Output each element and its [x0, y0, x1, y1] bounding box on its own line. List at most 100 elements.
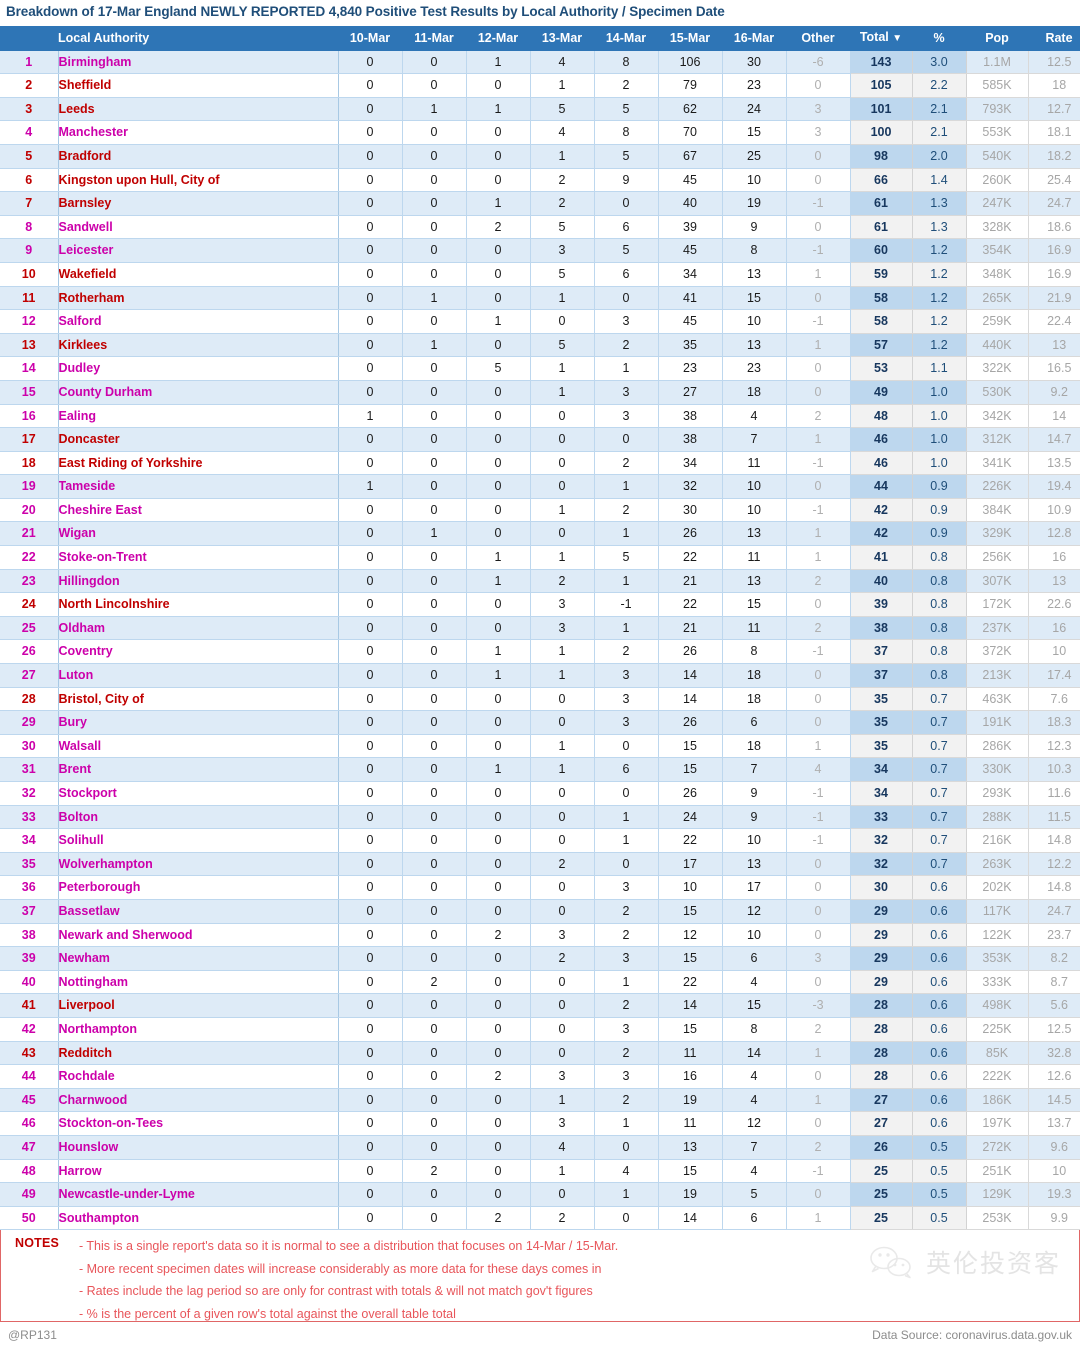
table-row[interactable]: 33 Bolton 0 0 0 0 1 24 9 -1 33 0.7 288K 11.5 [0, 805, 1080, 830]
table-row[interactable]: 17 Doncaster 0 0 0 0 0 38 7 1 46 1.0 312K 14.7 [0, 427, 1080, 452]
table-row[interactable]: 45 Charnwood 0 0 0 1 2 19 4 1 27 0.6 186K 14.5 [0, 1088, 1080, 1113]
table-row[interactable]: 10 Wakefield 0 0 0 5 6 34 13 1 59 1.2 348K 16.9 [0, 262, 1080, 287]
table-row[interactable]: 6 Kingston upon Hull, City of 0 0 0 2 9 45 10 0 66… [0, 168, 1080, 193]
row-rank: 2 [0, 73, 59, 98]
table-row[interactable]: 14 Dudley 0 0 5 1 1 23 23 0 53 1.1 322K 16.5 [0, 356, 1080, 381]
row-day-0: 0 [338, 286, 403, 311]
table-row[interactable]: 24 North Lincolnshire 0 0 0 3 -1 22 15 0 39 0.8 172K… [0, 592, 1080, 617]
column-header-day-6[interactable]: 16-Mar [722, 26, 786, 51]
row-day-3: 0 [530, 309, 595, 334]
table-row[interactable]: 4 Manchester 0 0 0 4 8 70 15 3 100 2.1 553K 18.1 [0, 120, 1080, 145]
table-row[interactable]: 44 Rochdale 0 0 2 3 3 16 4 0 28 0.6 222K 12.6 [0, 1064, 1080, 1089]
row-rate: 14.5 [1028, 1088, 1080, 1113]
row-pop: 341K [966, 451, 1029, 476]
row-total: 143 [850, 50, 913, 75]
table-row[interactable]: 7 Barnsley 0 0 1 2 0 40 19 -1 61 1.3 247K 24.7 [0, 191, 1080, 216]
column-header-percent[interactable]: % [912, 26, 966, 51]
table-row[interactable]: 15 County Durham 0 0 0 1 3 27 18 0 49 1.0 530K 9.2 [0, 380, 1080, 405]
row-day-0: 0 [338, 144, 403, 169]
table-row[interactable]: 28 Bristol, City of 0 0 0 0 3 14 18 0 35 0.7 463K 7.6 [0, 687, 1080, 712]
column-header-rate[interactable]: Rate [1028, 26, 1080, 51]
row-day-5: 62 [658, 97, 723, 122]
table-row[interactable]: 1 Birmingham 0 0 1 4 8 106 30 -6 143 3.0 1.1M 12.5 [0, 50, 1080, 75]
table-row[interactable]: 3 Leeds 0 1 1 5 5 62 24 3 101 2.1 793K 12.7 [0, 97, 1080, 122]
row-day-4: 2 [594, 451, 659, 476]
column-header-other[interactable]: Other [786, 26, 850, 51]
table-row[interactable]: 5 Bradford 0 0 0 1 5 67 25 0 98 2.0 540K 18.2 [0, 144, 1080, 169]
table-row[interactable]: 43 Redditch 0 0 0 0 2 11 14 1 28 0.6 85K 32.8 [0, 1041, 1080, 1066]
row-local-authority: Kingston upon Hull, City of [58, 168, 339, 193]
row-total: 105 [850, 73, 913, 98]
table-row[interactable]: 48 Harrow 0 2 0 1 4 15 4 -1 25 0.5 251K 10 [0, 1159, 1080, 1184]
column-header-day-4[interactable]: 14-Mar [594, 26, 658, 51]
table-row[interactable]: 30 Walsall 0 0 0 1 0 15 18 1 35 0.7 286K 12.3 [0, 734, 1080, 759]
row-day-6: 5 [722, 1182, 787, 1207]
table-row[interactable]: 38 Newark and Sherwood 0 0 2 3 2 12 10 0 29 0.6 122K… [0, 923, 1080, 948]
table-row[interactable]: 25 Oldham 0 0 0 3 1 21 11 2 38 0.8 237K 16 [0, 616, 1080, 641]
row-day-1: 0 [402, 993, 467, 1018]
row-day-0: 0 [338, 50, 403, 75]
column-header-local-authority[interactable]: Local Authority [58, 26, 338, 51]
table-row[interactable]: 46 Stockton-on-Tees 0 0 0 3 1 11 12 0 27 0.6 197K 13.… [0, 1111, 1080, 1136]
row-day-1: 0 [402, 168, 467, 193]
table-row[interactable]: 2 Sheffield 0 0 0 1 2 79 23 0 105 2.2 585K 18 [0, 73, 1080, 98]
row-day-1: 0 [402, 309, 467, 334]
table-row[interactable]: 20 Cheshire East 0 0 0 1 2 30 10 -1 42 0.9 384K 10.9 [0, 498, 1080, 523]
table-row[interactable]: 37 Bassetlaw 0 0 0 0 2 15 12 0 29 0.6 117K 24.7 [0, 899, 1080, 924]
table-row[interactable]: 40 Nottingham 0 2 0 0 1 22 4 0 29 0.6 333K 8.7 [0, 970, 1080, 995]
row-other: 1 [786, 1088, 851, 1113]
table-row[interactable]: 49 Newcastle-under-Lyme 0 0 0 0 1 19 5 0 25 0.5 129K… [0, 1182, 1080, 1207]
table-row[interactable]: 39 Newham 0 0 0 2 3 15 6 3 29 0.6 353K 8.2 [0, 946, 1080, 971]
table-row[interactable]: 11 Rotherham 0 1 0 1 0 41 15 0 58 1.2 265K 21.9 [0, 286, 1080, 311]
table-row[interactable]: 32 Stockport 0 0 0 0 0 26 9 -1 34 0.7 293K 11.6 [0, 781, 1080, 806]
table-row[interactable]: 9 Leicester 0 0 0 3 5 45 8 -1 60 1.2 354K 16.9 [0, 238, 1080, 263]
row-day-3: 5 [530, 215, 595, 240]
table-row[interactable]: 47 Hounslow 0 0 0 4 0 13 7 2 26 0.5 272K 9.6 [0, 1135, 1080, 1160]
row-day-5: 22 [658, 828, 723, 853]
column-header-day-3[interactable]: 13-Mar [530, 26, 594, 51]
row-day-6: 18 [722, 663, 787, 688]
row-other: 1 [786, 521, 851, 547]
column-header-rank[interactable] [0, 26, 58, 51]
note-line-2: - Rates include the lag period so are on… [79, 1284, 593, 1299]
table-row[interactable]: 29 Bury 0 0 0 0 3 26 6 0 35 0.7 191K 18.3 [0, 710, 1080, 735]
row-day-2: 0 [466, 286, 531, 311]
table-row[interactable]: 27 Luton 0 0 1 1 3 14 18 0 37 0.8 213K 17.4 [0, 663, 1080, 688]
table-row[interactable]: 8 Sandwell 0 0 2 5 6 39 9 0 61 1.3 328K 18.6 [0, 215, 1080, 240]
table-row[interactable]: 36 Peterborough 0 0 0 0 3 10 17 0 30 0.6 202K 14.8 [0, 875, 1080, 900]
table-row[interactable]: 16 Ealing 1 0 0 0 3 38 4 2 48 1.0 342K 14 [0, 404, 1080, 429]
table-row[interactable]: 18 East Riding of Yorkshire 0 0 0 0 2 34 11 -1 46 1… [0, 451, 1080, 476]
table-row[interactable]: 21 Wigan 0 1 0 0 1 26 13 1 42 0.9 329K 12.8 [0, 521, 1080, 547]
table-row[interactable]: 22 Stoke-on-Trent 0 0 1 1 5 22 11 1 41 0.8 256K 16 [0, 545, 1080, 570]
column-header-day-5[interactable]: 15-Mar [658, 26, 722, 51]
row-pop: 129K [966, 1182, 1029, 1207]
table-row[interactable]: 19 Tameside 1 0 0 0 1 32 10 0 44 0.9 226K 19.4 [0, 474, 1080, 499]
table-row[interactable]: 13 Kirklees 0 1 0 5 2 35 13 1 57 1.2 440K 13 [0, 333, 1080, 358]
table-row[interactable]: 26 Coventry 0 0 1 1 2 26 8 -1 37 0.8 372K 10 [0, 639, 1080, 665]
column-header-day-1[interactable]: 11-Mar [402, 26, 466, 51]
row-day-2: 0 [466, 1159, 531, 1184]
row-rate: 22.4 [1028, 309, 1080, 334]
row-rate: 9.2 [1028, 380, 1080, 405]
row-total: 58 [850, 309, 913, 334]
table-row[interactable]: 23 Hillingdon 0 0 1 2 1 21 13 2 40 0.8 307K 13 [0, 569, 1080, 594]
column-header-pop[interactable]: Pop [966, 26, 1028, 51]
table-row[interactable]: 41 Liverpool 0 0 0 0 2 14 15 -3 28 0.6 498K 5.6 [0, 993, 1080, 1018]
row-day-6: 4 [722, 1159, 787, 1184]
row-day-6: 8 [722, 639, 787, 665]
table-row[interactable]: 12 Salford 0 0 1 0 3 45 10 -1 58 1.2 259K 22.4 [0, 309, 1080, 334]
table-row[interactable]: 31 Brent 0 0 1 1 6 15 7 4 34 0.7 330K 10.3 [0, 757, 1080, 782]
table-row[interactable]: 50 Southampton 0 0 2 2 0 14 6 1 25 0.5 253K 9.9 [0, 1206, 1080, 1231]
table-row[interactable]: 34 Solihull 0 0 0 0 1 22 10 -1 32 0.7 216K 14.8 [0, 828, 1080, 853]
table-row[interactable]: 35 Wolverhampton 0 0 0 2 0 17 13 0 32 0.7 263K 12.2 [0, 852, 1080, 877]
column-header-total[interactable]: Total ▼ [850, 26, 912, 51]
row-pop: 330K [966, 757, 1029, 782]
column-header-day-2[interactable]: 12-Mar [466, 26, 530, 51]
row-day-4: 3 [594, 380, 659, 405]
row-day-3: 1 [530, 734, 595, 759]
table-row[interactable]: 42 Northampton 0 0 0 0 3 15 8 2 28 0.6 225K 12.5 [0, 1017, 1080, 1042]
sort-descending-icon[interactable]: ▼ [892, 33, 902, 44]
column-header-day-0[interactable]: 10-Mar [338, 26, 402, 51]
note-line-0: - This is a single report's data so it i… [79, 1239, 619, 1254]
row-day-0: 0 [338, 168, 403, 193]
